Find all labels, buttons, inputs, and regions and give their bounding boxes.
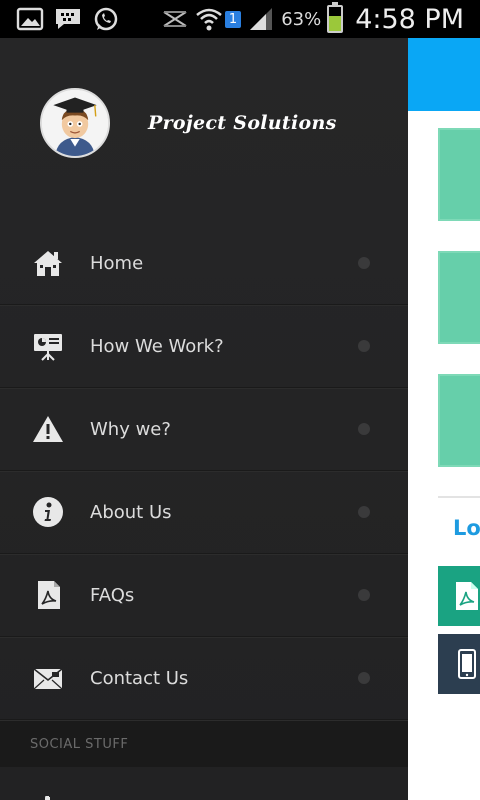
app-header-bar[interactable] — [408, 38, 480, 111]
avatar[interactable] — [40, 88, 110, 158]
info-icon — [32, 496, 64, 528]
mobile-phone-icon — [458, 649, 476, 679]
pdf-button[interactable] — [438, 566, 480, 626]
menu-item-indicator — [358, 257, 370, 269]
menu-item-indicator — [358, 672, 370, 684]
wifi-icon — [195, 6, 223, 32]
menu-item-label: How We Work? — [90, 335, 224, 357]
menu-item-indicator — [358, 506, 370, 518]
navigation-drawer: Project Solutions Home How We Work? Why … — [0, 38, 408, 800]
presentation-icon — [32, 330, 64, 362]
content-tile[interactable] — [438, 251, 480, 344]
menu-item-facebook[interactable] — [0, 767, 408, 800]
menu-item-home[interactable]: Home — [0, 222, 408, 305]
sim-badge: 1 — [224, 10, 242, 28]
no-signal-icon — [161, 6, 189, 32]
menu-item-about-us[interactable]: About Us — [0, 471, 408, 554]
signal-icon — [247, 6, 275, 32]
pdf-document-icon — [32, 579, 64, 611]
gallery-icon — [16, 6, 44, 32]
content-tile[interactable] — [438, 128, 480, 221]
menu-item-contact-us[interactable]: Contact Us — [0, 637, 408, 720]
menu-item-indicator — [358, 423, 370, 435]
battery-icon — [327, 2, 344, 33]
facebook-icon — [40, 793, 50, 800]
menu-item-why-we[interactable]: Why we? — [0, 388, 408, 471]
status-bar: 1 63% 4:58 PM — [0, 0, 480, 38]
menu-item-label: Contact Us — [90, 667, 189, 689]
menu-item-label: About Us — [90, 501, 172, 523]
bbm-icon — [54, 6, 82, 32]
menu-item-label: Home — [90, 252, 144, 274]
menu-item-label: Why we? — [90, 418, 171, 440]
menu-item-how-we-work[interactable]: How We Work? — [0, 305, 408, 388]
warning-icon — [32, 413, 64, 445]
home-icon — [32, 247, 64, 279]
menu-item-faqs[interactable]: FAQs — [0, 554, 408, 637]
menu-item-indicator — [358, 589, 370, 601]
pdf-icon — [456, 582, 478, 610]
brand-title: Project Solutions — [148, 112, 337, 134]
main-content-peek: Lo — [408, 38, 480, 800]
menu-item-indicator — [358, 340, 370, 352]
menu-item-label: FAQs — [90, 584, 135, 606]
drawer-menu: Home How We Work? Why we? About Us FAQs … — [0, 222, 408, 720]
whatsapp-icon — [92, 6, 120, 32]
divider — [438, 496, 480, 498]
clock: 4:58 PM — [355, 3, 464, 35]
section-title-peek: Lo — [453, 516, 480, 540]
mail-icon — [32, 662, 64, 694]
content-tile[interactable] — [438, 374, 480, 467]
section-header-social: SOCIAL STUFF — [0, 721, 408, 767]
mobile-button[interactable] — [438, 634, 480, 694]
battery-percent: 63% — [281, 8, 322, 30]
drawer-header: Project Solutions — [0, 38, 408, 210]
